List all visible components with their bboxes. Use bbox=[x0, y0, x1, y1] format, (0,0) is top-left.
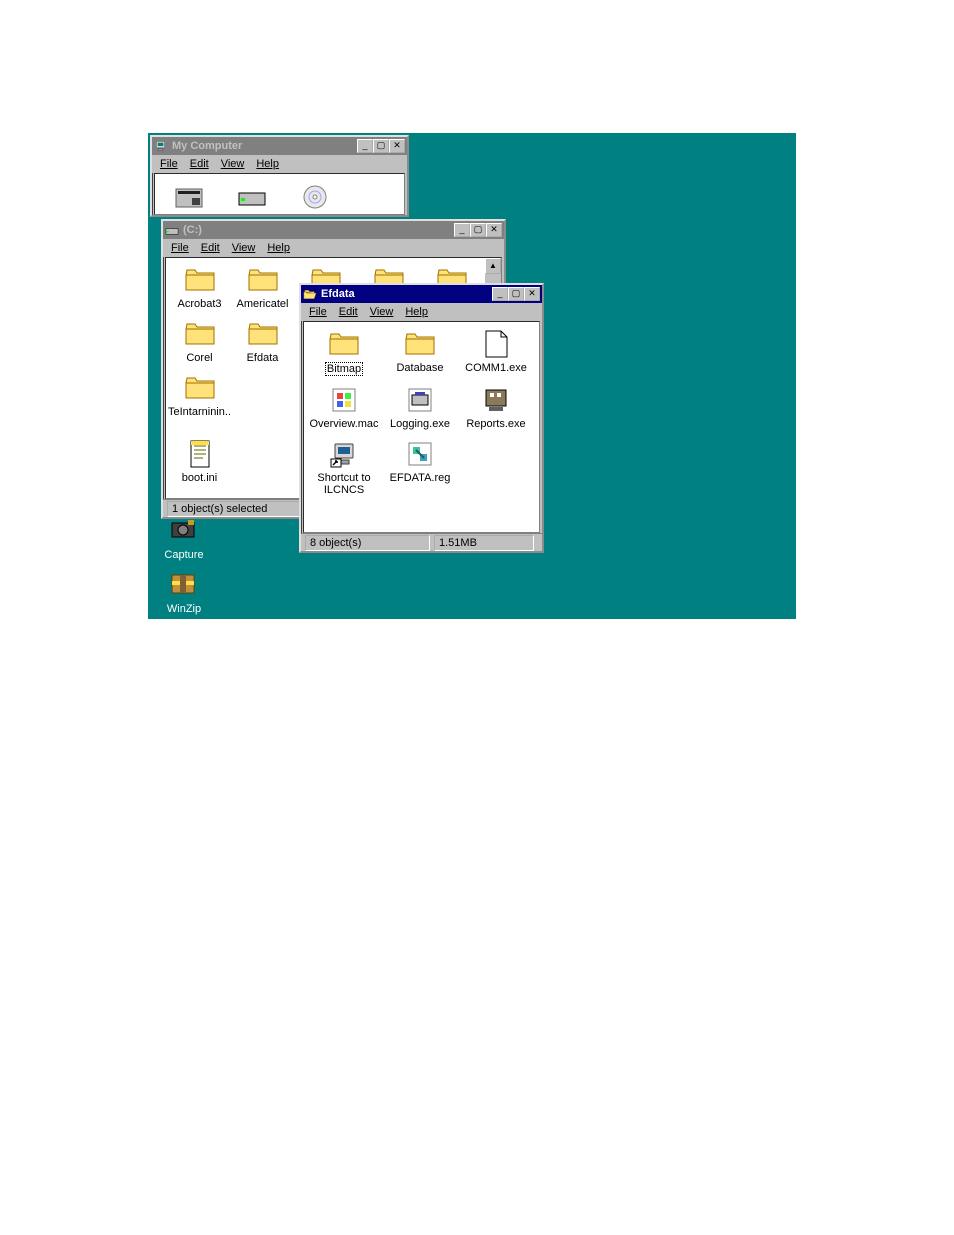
close-button[interactable]: ✕ bbox=[389, 139, 405, 153]
folder-telintar[interactable]: TeIntarninin.. bbox=[168, 372, 231, 430]
menu-view[interactable]: View bbox=[215, 157, 251, 171]
hdd-icon bbox=[165, 223, 179, 237]
desktop-icon-winzip[interactable]: WinZip bbox=[154, 569, 214, 615]
menu-view[interactable]: View bbox=[226, 241, 262, 255]
menu-edit[interactable]: Edit bbox=[195, 241, 226, 255]
label: EFDATA.reg bbox=[382, 472, 458, 484]
executable-icon bbox=[480, 384, 512, 416]
folder-bitmap[interactable]: Bitmap bbox=[306, 328, 382, 376]
my-computer-icon bbox=[154, 139, 168, 153]
folder-americatel[interactable]: Americatel bbox=[231, 264, 294, 310]
window-title: Efdata bbox=[321, 288, 492, 300]
client-area[interactable]: Bitmap Database COMM1.exe Overview.mac L… bbox=[303, 321, 540, 533]
label: Bitmap bbox=[306, 362, 382, 376]
folder-icon bbox=[184, 372, 216, 404]
menu-view[interactable]: View bbox=[364, 305, 400, 319]
menubar: File Edit View Help bbox=[152, 155, 407, 173]
folder-database[interactable]: Database bbox=[382, 328, 458, 376]
open-folder-icon bbox=[303, 287, 317, 301]
folder-corel[interactable]: Corel bbox=[168, 318, 231, 364]
maximize-button[interactable]: ▢ bbox=[508, 287, 524, 301]
label: 3½ Floppy (A:) bbox=[157, 214, 220, 215]
folder-icon bbox=[328, 328, 360, 360]
floppy-icon bbox=[173, 180, 205, 212]
client-area[interactable]: 3½ Floppy (A:) (C:) Efdata_mini... Contr… bbox=[154, 173, 405, 215]
mac-file-icon bbox=[328, 384, 360, 416]
menu-help[interactable]: Help bbox=[250, 157, 285, 171]
file-reports[interactable]: Reports.exe bbox=[458, 384, 534, 430]
maximize-button[interactable]: ▢ bbox=[470, 223, 486, 237]
label: Shortcut to ILCNCS bbox=[306, 472, 382, 496]
label: Overview.mac bbox=[306, 418, 382, 430]
folder-icon bbox=[184, 264, 216, 296]
titlebar[interactable]: (C:) _ ▢ ✕ bbox=[163, 221, 504, 239]
menu-help[interactable]: Help bbox=[399, 305, 434, 319]
desktop-icon-capture[interactable]: Capture bbox=[154, 515, 214, 561]
label: Capture bbox=[154, 549, 214, 561]
window-title: My Computer bbox=[172, 140, 357, 152]
drive-floppy[interactable]: 3½ Floppy (A:) bbox=[157, 180, 220, 215]
label: Efdata bbox=[231, 352, 294, 364]
minimize-button[interactable]: _ bbox=[454, 223, 470, 237]
menu-file[interactable]: File bbox=[165, 241, 195, 255]
ini-file-icon bbox=[184, 438, 216, 470]
folder-icon bbox=[247, 264, 279, 296]
window-title: (C:) bbox=[183, 224, 454, 236]
file-efdata-reg[interactable]: EFDATA.reg bbox=[382, 438, 458, 496]
status-size: 1.51MB bbox=[434, 535, 534, 551]
window-my-computer[interactable]: My Computer _ ▢ ✕ File Edit View Help 3½… bbox=[150, 135, 409, 217]
label: WinZip bbox=[154, 603, 214, 615]
file-bootini[interactable]: boot.ini bbox=[168, 438, 231, 484]
label: Logging.exe bbox=[382, 418, 458, 430]
menu-help[interactable]: Help bbox=[261, 241, 296, 255]
window-efdata[interactable]: Efdata _ ▢ ✕ File Edit View Help Bitmap … bbox=[299, 283, 544, 553]
label: Acrobat3 bbox=[168, 298, 231, 310]
status-text: 8 object(s) bbox=[305, 535, 430, 551]
close-button[interactable]: ✕ bbox=[486, 223, 502, 237]
minimize-button[interactable]: _ bbox=[357, 139, 373, 153]
close-button[interactable]: ✕ bbox=[524, 287, 540, 301]
label: (C:) bbox=[220, 214, 283, 215]
menubar: File Edit View Help bbox=[301, 303, 542, 321]
shortcut-ilcncs[interactable]: Shortcut to ILCNCS bbox=[306, 438, 382, 496]
folder-icon bbox=[247, 318, 279, 350]
file-comm1[interactable]: COMM1.exe bbox=[458, 328, 534, 376]
label: Reports.exe bbox=[458, 418, 534, 430]
folder-icon bbox=[404, 328, 436, 360]
titlebar[interactable]: My Computer _ ▢ ✕ bbox=[152, 137, 407, 155]
statusbar: 8 object(s) 1.51MB bbox=[301, 533, 542, 551]
titlebar[interactable]: Efdata _ ▢ ✕ bbox=[301, 285, 542, 303]
hdd-icon bbox=[236, 180, 268, 212]
menubar: File Edit View Help bbox=[163, 239, 504, 257]
label: TeIntarninin.. bbox=[168, 406, 231, 418]
label: Database bbox=[382, 362, 458, 374]
shortcut-icon bbox=[328, 438, 360, 470]
label: Efdata_mini... bbox=[283, 214, 346, 215]
scroll-up-button[interactable]: ▲ bbox=[485, 258, 501, 274]
file-overview[interactable]: Overview.mac bbox=[306, 384, 382, 430]
executable-icon bbox=[480, 328, 512, 360]
cd-icon bbox=[299, 180, 331, 212]
label: boot.ini bbox=[168, 472, 231, 484]
label: Americatel bbox=[231, 298, 294, 310]
drive-c[interactable]: (C:) bbox=[220, 180, 283, 215]
maximize-button[interactable]: ▢ bbox=[373, 139, 389, 153]
drive-efdata-mini[interactable]: Efdata_mini... bbox=[283, 180, 346, 215]
camera-icon bbox=[168, 515, 200, 547]
folder-acrobat3[interactable]: Acrobat3 bbox=[168, 264, 231, 310]
registry-icon bbox=[404, 438, 436, 470]
archive-icon bbox=[168, 569, 200, 601]
file-logging[interactable]: Logging.exe bbox=[382, 384, 458, 430]
executable-icon bbox=[404, 384, 436, 416]
menu-edit[interactable]: Edit bbox=[184, 157, 215, 171]
folder-icon bbox=[184, 318, 216, 350]
menu-file[interactable]: File bbox=[154, 157, 184, 171]
menu-edit[interactable]: Edit bbox=[333, 305, 364, 319]
menu-file[interactable]: File bbox=[303, 305, 333, 319]
desktop[interactable]: Capture WinZip My Computer _ ▢ ✕ File Ed… bbox=[148, 133, 796, 619]
minimize-button[interactable]: _ bbox=[492, 287, 508, 301]
label: COMM1.exe bbox=[458, 362, 534, 374]
label: Corel bbox=[168, 352, 231, 364]
folder-efdata[interactable]: Efdata bbox=[231, 318, 294, 364]
